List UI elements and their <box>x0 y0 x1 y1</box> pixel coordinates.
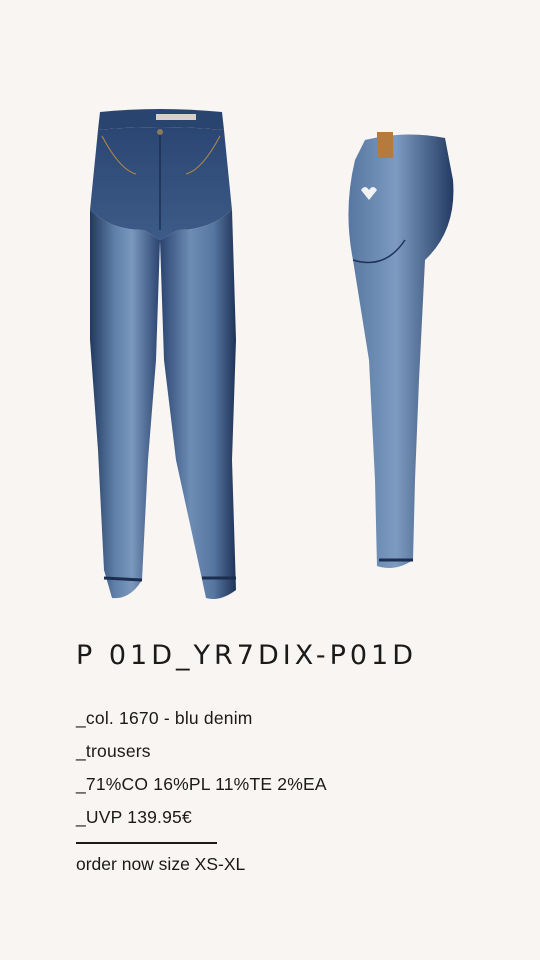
category-detail: _trousers <box>76 741 151 761</box>
product-images <box>0 0 540 620</box>
product-title: P 01D_YR7DIX-P01D <box>76 640 418 671</box>
jeans-side-image <box>348 132 454 568</box>
order-now-link[interactable]: order now size XS-XL <box>76 854 245 875</box>
divider <box>76 842 217 844</box>
jeans-front-image <box>90 109 236 599</box>
price-detail: _UVP 139.95€ <box>76 807 192 827</box>
product-details: _col. 1670 - blu denim _trousers _71%CO … <box>76 702 327 834</box>
color-detail: _col. 1670 - blu denim <box>76 708 253 728</box>
material-detail: _71%CO 16%PL 11%TE 2%EA <box>76 774 327 794</box>
